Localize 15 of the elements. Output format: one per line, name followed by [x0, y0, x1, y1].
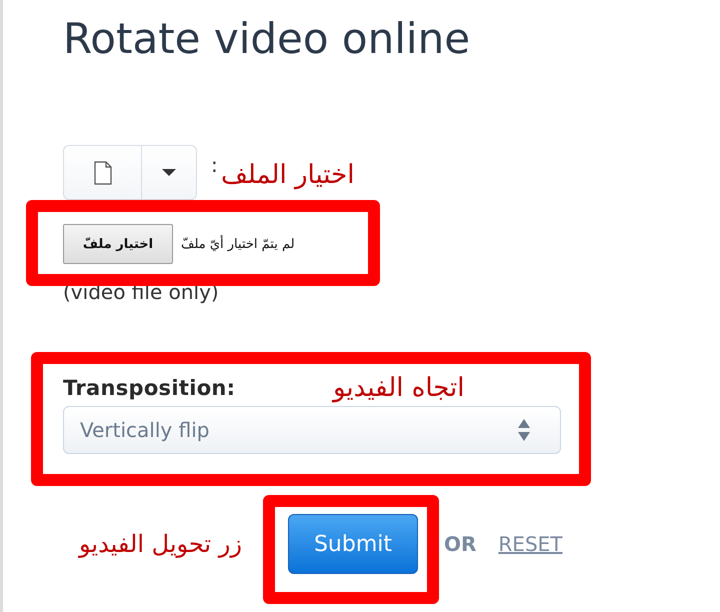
page-title: Rotate video online [63, 13, 472, 64]
transposition-select[interactable]: Vertically flip [63, 406, 561, 454]
annotation-label: زر تحويل الفيديو [79, 530, 242, 558]
choose-file-button[interactable]: اختيار ملفّ [63, 224, 173, 264]
reset-link[interactable]: RESET [498, 532, 562, 556]
caret-icon [162, 168, 176, 176]
separator-text: : [211, 153, 218, 177]
field-label: Transposition: [63, 376, 236, 400]
or-text: OR [444, 532, 476, 556]
submit-button[interactable]: Submit [288, 514, 418, 574]
file-status-text: لم يتمّ اختيار أيّ ملفّ [181, 236, 295, 252]
document-icon [92, 160, 112, 184]
annotation-label: اتجاه الفيديو [333, 373, 465, 403]
annotation-label: اختيار الملف [221, 160, 354, 190]
updown-arrows-icon [518, 419, 530, 441]
